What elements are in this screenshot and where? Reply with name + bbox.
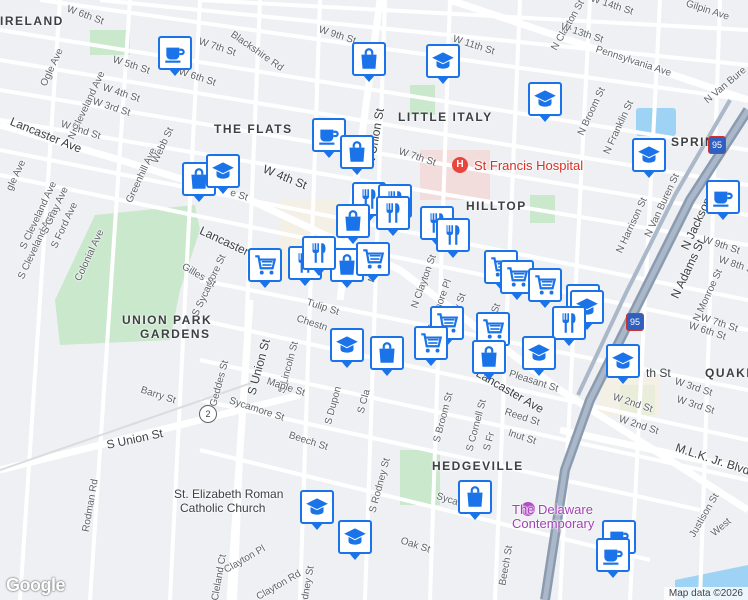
- interstate-shield: 95: [708, 136, 726, 154]
- place-label-hospital[interactable]: St Francis Hospital: [474, 158, 583, 173]
- map-marker-coffee-3[interactable]: [706, 180, 740, 220]
- place-label-church[interactable]: Catholic Church: [180, 501, 265, 515]
- coffee-icon: [600, 542, 626, 568]
- place-label-museum[interactable]: Contemporary: [512, 516, 594, 531]
- neighborhood-label: THE FLATS: [214, 122, 293, 136]
- map-marker-coffee-5[interactable]: [596, 538, 630, 578]
- map-marker-restaurant-5[interactable]: [436, 218, 470, 258]
- map-marker-grocery-7[interactable]: [414, 326, 448, 366]
- school-icon: [334, 332, 360, 358]
- place-label-church[interactable]: St. Elizabeth Roman: [174, 487, 283, 501]
- map-marker-shopping-8[interactable]: [370, 336, 404, 376]
- cart-icon: [504, 264, 530, 290]
- school-icon: [342, 524, 368, 550]
- cart-icon: [480, 316, 506, 342]
- cart-icon: [360, 246, 386, 272]
- map-marker-shopping-2[interactable]: [340, 135, 374, 175]
- hospital-icon[interactable]: H: [452, 157, 468, 173]
- shopping-bag-icon: [344, 139, 370, 165]
- school-icon: [210, 158, 236, 184]
- map-marker-school-7[interactable]: [330, 328, 364, 368]
- map-marker-school-10[interactable]: [338, 520, 372, 560]
- restaurant-icon: [380, 200, 406, 226]
- route-shield: 2: [199, 405, 217, 423]
- map-marker-school-9[interactable]: [300, 490, 334, 530]
- school-icon: [610, 348, 636, 374]
- map-marker-coffee-1[interactable]: [158, 36, 192, 76]
- neighborhood-label: HEDGEVILLE: [432, 459, 524, 473]
- cart-icon: [252, 252, 278, 278]
- coffee-icon: [316, 122, 342, 148]
- map-base-layer: [0, 0, 748, 600]
- shopping-bag-icon: [340, 208, 366, 234]
- shopping-bag-icon: [356, 46, 382, 72]
- school-icon: [636, 142, 662, 168]
- map-marker-school-4[interactable]: [206, 154, 240, 194]
- coffee-icon: [162, 40, 188, 66]
- map-marker-restaurant-3[interactable]: [376, 196, 410, 236]
- school-icon: [526, 340, 552, 366]
- interstate-shield: 95: [626, 313, 644, 331]
- map-attribution[interactable]: Map data ©2026: [663, 587, 748, 600]
- cart-icon: [532, 272, 558, 298]
- map-marker-school-2[interactable]: [528, 82, 562, 122]
- neighborhood-label: UNION PARK: [122, 313, 213, 327]
- cart-icon: [418, 330, 444, 356]
- map-marker-grocery-2[interactable]: [356, 242, 390, 282]
- map-marker-school-6[interactable]: [522, 336, 556, 376]
- school-icon: [532, 86, 558, 112]
- restaurant-icon: [306, 240, 332, 266]
- map-marker-grocery-5[interactable]: [528, 268, 562, 308]
- map-marker-school-8[interactable]: [606, 344, 640, 384]
- map-marker-grocery-1[interactable]: [248, 248, 282, 288]
- neighborhood-label: IRELAND: [0, 14, 64, 28]
- shopping-bag-icon: [374, 340, 400, 366]
- coffee-icon: [710, 184, 736, 210]
- map-marker-restaurant-7[interactable]: [552, 306, 586, 346]
- google-logo: Google: [6, 575, 66, 595]
- neighborhood-label: HILLTOP: [466, 199, 527, 213]
- map-marker-school-1[interactable]: [426, 44, 460, 84]
- map-marker-shopping-9[interactable]: [458, 480, 492, 520]
- neighborhood-label: LITTLE ITALY: [398, 110, 493, 124]
- school-icon: [304, 494, 330, 520]
- map-marker-shopping-7[interactable]: [472, 340, 506, 380]
- map-marker-school-3[interactable]: [632, 138, 666, 178]
- map-marker-shopping-1[interactable]: [352, 42, 386, 82]
- map-marker-shopping-4[interactable]: [336, 204, 370, 244]
- shopping-bag-icon: [476, 344, 502, 370]
- restaurant-icon: [440, 222, 466, 248]
- map-marker-restaurant-8[interactable]: [302, 236, 336, 276]
- place-label-museum[interactable]: The Delaware: [512, 502, 593, 517]
- neighborhood-label: QUAKE: [705, 366, 748, 380]
- restaurant-icon: [556, 310, 582, 336]
- neighborhood-label: GARDENS: [140, 327, 211, 341]
- map-canvas[interactable]: IRELAND THE FLATS LITTLE ITALY HILLTOP U…: [0, 0, 748, 600]
- school-icon: [430, 48, 456, 74]
- shopping-bag-icon: [462, 484, 488, 510]
